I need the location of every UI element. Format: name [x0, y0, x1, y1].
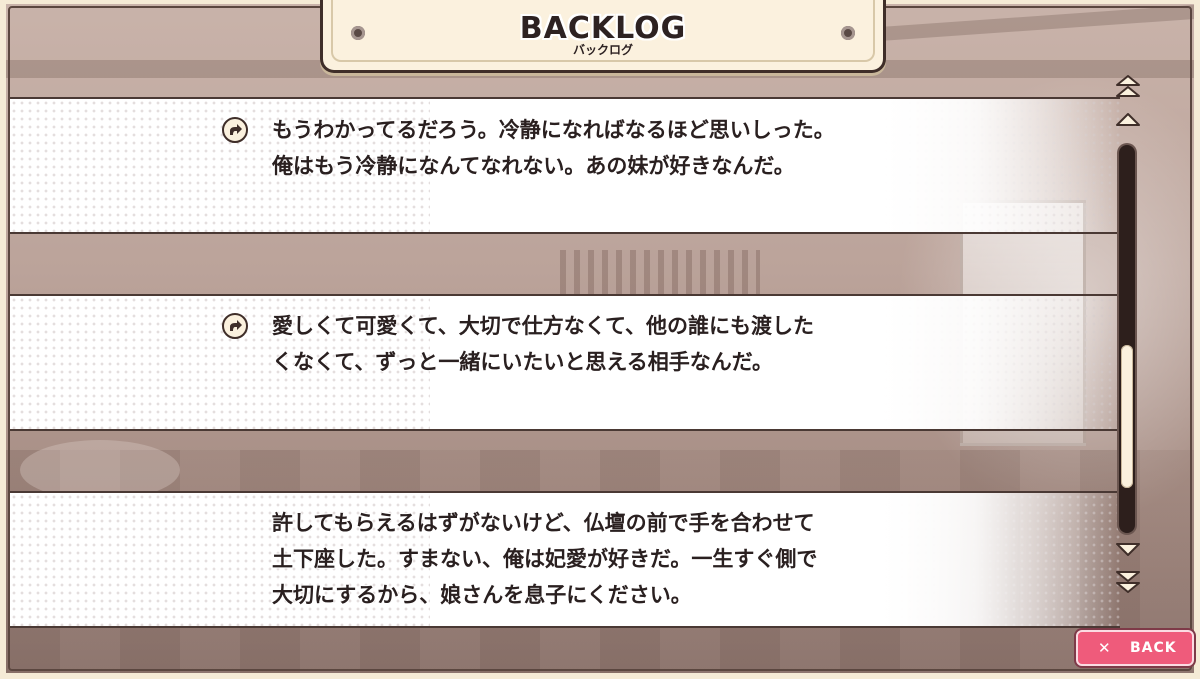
- page-title: BACKLOG: [519, 11, 687, 46]
- entry-text: もうわかってるだろう。冷静になればなるほど思いしった。 俺はもう冷静になんてなれ…: [272, 118, 835, 178]
- scroll-to-bottom-icon: [1116, 571, 1140, 593]
- entry-text: 許してもらえるはずがないけど、仏壇の前で手を合わせて 土下座した。すまない、俺は…: [272, 511, 818, 607]
- voice-replay-button[interactable]: [222, 117, 248, 143]
- scroll-down-button[interactable]: [1113, 538, 1143, 562]
- title-plate: BACKLOG バックログ: [320, 0, 886, 73]
- scroll-up-icon: [1116, 113, 1140, 126]
- voice-replay-icon: [230, 124, 242, 135]
- close-icon: ✕: [1098, 639, 1111, 657]
- back-button[interactable]: ✕ BACK: [1076, 630, 1194, 666]
- page-subtitle: バックログ: [572, 43, 633, 57]
- scroll-to-top-button[interactable]: [1113, 74, 1143, 98]
- entry-text: 愛しくて可愛くて、大切で仕方なくて、他の誰にも渡した くなくて、ずっと一緒にいた…: [272, 314, 815, 374]
- scroll-to-bottom-button[interactable]: [1113, 570, 1143, 594]
- scroll-to-top-icon: [1116, 75, 1140, 97]
- scroll-down-icon: [1116, 543, 1140, 556]
- backlog-screen: BACKLOG バックログ もうわかってるだろう。冷静になればなるほど思いしった…: [0, 0, 1200, 679]
- voice-replay-icon: [230, 320, 242, 331]
- back-button-label: BACK: [1130, 640, 1177, 656]
- voice-replay-button[interactable]: [222, 313, 248, 339]
- scroll-up-button[interactable]: [1113, 108, 1143, 132]
- scrollbar-thumb[interactable]: [1121, 345, 1133, 488]
